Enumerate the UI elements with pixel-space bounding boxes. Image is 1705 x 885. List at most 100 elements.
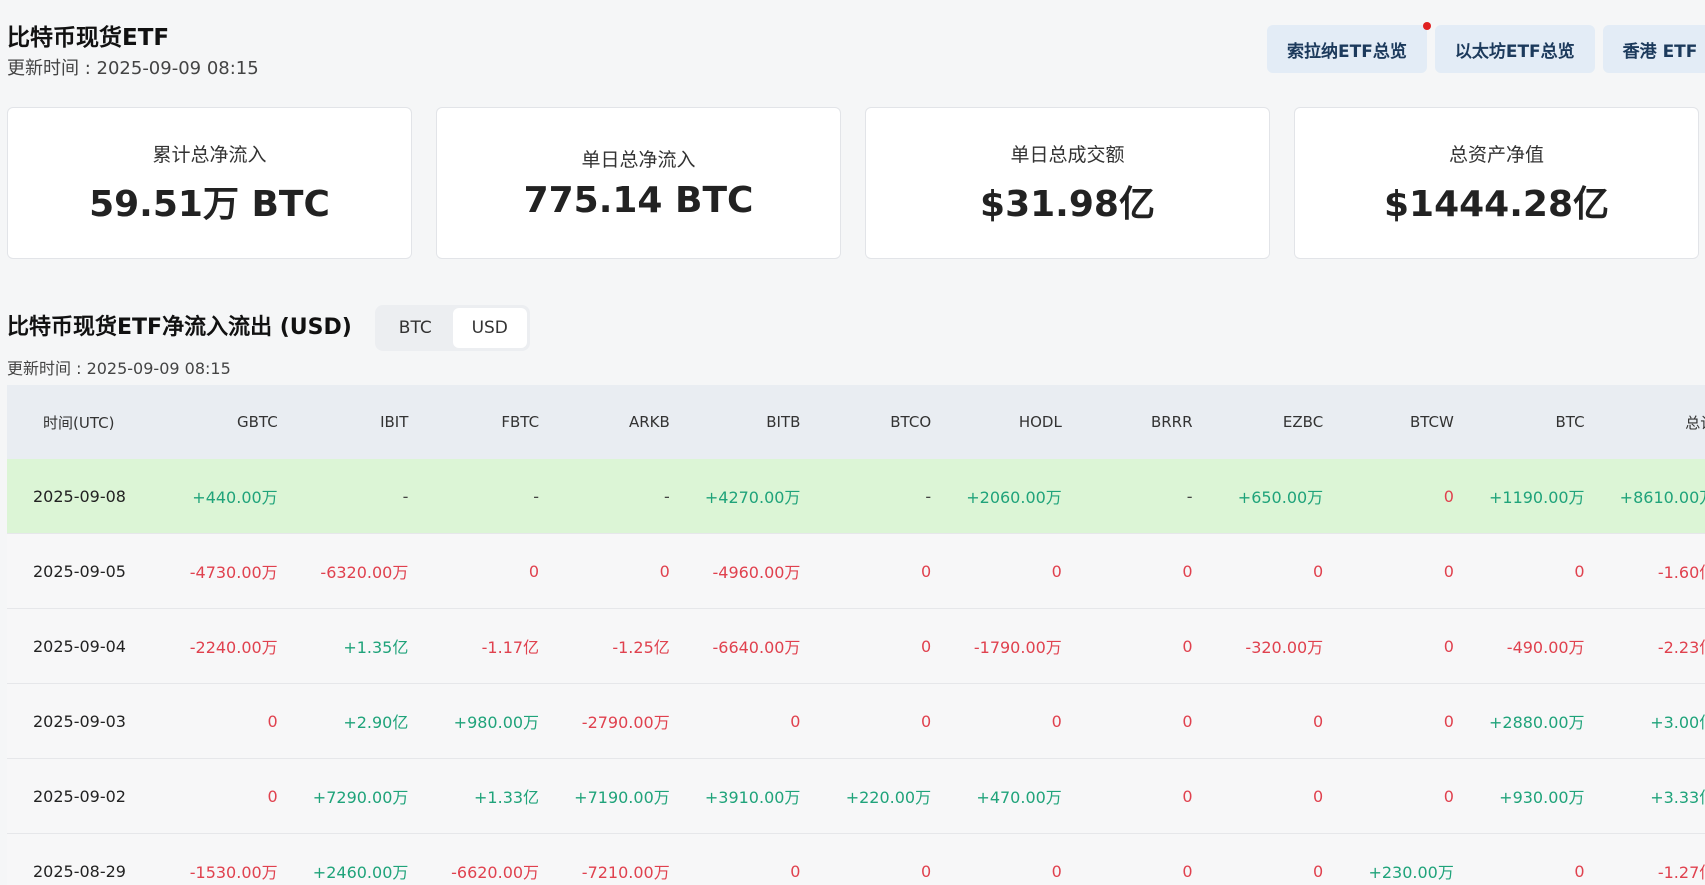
solana-etf-button[interactable]: 索拉纳ETF总览 [1267,22,1431,73]
flow-cell: 0 [1182,561,1193,581]
flow-cell: 0 [920,636,932,656]
flow-cell: -1.60亿 [1657,563,1705,582]
column-header: IBIT [380,413,409,431]
date-cell: 2025-09-03 [33,711,126,731]
flow-cell: 0 [1182,711,1193,731]
section-update-time: 更新时间 : 2025-09-09 08:15 [7,359,231,378]
flow-cell: -490.00万 [1506,638,1585,657]
date-cell: 2025-09-05 [33,561,126,581]
flow-cell: - [533,486,540,506]
flow-cell: 0 [920,861,932,881]
stat-value: $1444.28亿 [1383,183,1610,225]
flow-cell: 0 [1443,786,1454,806]
column-header: BTC [1555,413,1585,431]
toggle-usd[interactable]: USD [452,308,527,348]
stat-label: 总资产净值 [1448,143,1544,166]
flow-cell: 0 [659,561,670,581]
table-row: 2025-09-04 -2240.00万 +1.35亿 -1.17亿 -1.25亿 -66… [7,609,1705,684]
flow-cell: +2880.00万 [1488,713,1585,732]
flow-cell: -1.27亿 [1657,863,1705,882]
table-row: 2025-09-05 -4730.00万 -6320.00万 0 0 -4960.00万 0… [7,534,1705,609]
flow-cell: 0 [1313,786,1324,806]
etf-nav: 索拉纳ETF总览 以太坊ETF总览 香港 ETF [1267,22,1705,73]
column-header: BTCW [1409,413,1454,431]
flow-cell: 0 [1313,861,1324,881]
stat-value: 775.14 BTC [523,180,754,221]
flow-cell: 0 [1574,861,1585,881]
flow-cell: -6320.00万 [320,563,409,582]
column-header: 时间(UTC) [43,413,115,432]
flow-cell: 0 [920,561,932,581]
stat-card-cumulative: 累计总净流入 59.51万 BTC [7,107,412,259]
flow-cell: +980.00万 [453,713,540,732]
flow-cell: +2460.00万 [312,863,409,882]
ethereum-etf-label: 以太坊ETF总览 [1454,41,1575,62]
unit-toggle: BTC USD [375,305,530,351]
flow-cell: +3910.00万 [704,788,801,807]
stat-card-daily-volume: 单日总成交额 $31.98亿 [865,107,1270,259]
flow-cell: 0 [1443,711,1454,731]
stat-value: $31.98亿 [980,183,1155,225]
hongkong-etf-button[interactable]: 香港 ETF [1602,25,1705,73]
stat-label: 单日总成交额 [1010,143,1125,166]
flow-cell: 0 [267,711,278,731]
stat-cards: 累计总净流入 59.51万 BTC 单日总净流入 775.14 BTC 单日总成… [7,107,1705,259]
stat-card-daily-inflow: 单日总净流入 775.14 BTC [436,107,841,259]
table-row: 2025-08-29 -1530.00万 +2460.00万 -6620.00万 -72… [7,834,1705,885]
ethereum-etf-button[interactable]: 以太坊ETF总览 [1434,25,1595,73]
flow-cell: +650.00万 [1237,488,1324,507]
flow-cell: +7290.00万 [312,788,409,807]
column-header: BITB [766,413,801,431]
flow-cell: +2060.00万 [966,488,1062,507]
flow-cell: 0 [790,711,801,731]
flow-cell: -2240.00万 [189,638,278,657]
flow-cell: 0 [1313,561,1324,581]
flow-cell: 0 [1182,786,1193,806]
flow-cell: +2.90亿 [343,713,409,732]
flow-cell: 0 [267,786,278,806]
flow-cell: - [402,486,409,506]
flow-cell: 0 [1051,711,1062,731]
stat-value: 59.51万 BTC [89,183,330,225]
update-time: 更新时间 : 2025-09-09 08:15 [7,58,259,79]
flow-cell: +3.00亿 [1650,713,1705,732]
flow-cell: 0 [1574,561,1585,581]
flow-cell: 0 [528,561,540,581]
flow-cell: +3.33亿 [1650,788,1705,807]
flow-cell: - [925,486,932,506]
column-header: BRRR [1150,413,1193,431]
stat-label: 累计总净流入 [152,143,267,166]
flow-cell: 0 [1182,636,1193,656]
page-title: 比特币现货ETF [7,25,170,51]
flow-cell: 0 [1443,486,1454,506]
stat-card-nav: 总资产净值 $1444.28亿 [1294,107,1699,259]
column-header: FBTC [501,413,540,431]
flow-cell: +220.00万 [845,788,932,807]
flow-cell: 0 [790,861,801,881]
date-cell: 2025-09-02 [33,786,126,806]
flow-section-title: 比特币现货ETF净流入流出 (USD) [7,315,352,340]
hongkong-etf-label: 香港 ETF [1622,41,1698,62]
flow-cell: -1530.00万 [189,863,278,882]
table-row: 2025-09-02 0 +7290.00万 +1.33亿 +7190.00万 +3910… [7,759,1705,834]
flow-cell: 0 [1051,861,1062,881]
column-header: ARKB [628,413,670,431]
table-header: 时间(UTC) GBTC IBIT FBTC ARKB BITB BTCO HODL BRRR E… [7,385,1705,459]
flow-cell: +1.33亿 [474,788,540,807]
table-row: 2025-09-08 +440.00万 - - - +4270.00万 - +2060.00万… [7,459,1705,534]
column-header: 总计 [1685,413,1705,432]
solana-etf-label: 索拉纳ETF总览 [1287,41,1407,62]
date-cell: 2025-08-29 [33,861,126,881]
flow-cell: +930.00万 [1499,788,1585,807]
column-header: HODL [1018,413,1062,431]
flow-cell: +440.00万 [192,488,278,507]
flow-cell: -4960.00万 [712,563,801,582]
flow-cell: +1.35亿 [343,638,409,657]
flow-cell: +470.00万 [976,788,1062,807]
flow-cell: +7190.00万 [574,788,670,807]
flow-cell: -1.25亿 [612,638,670,657]
toggle-btc[interactable]: BTC [378,308,453,348]
flow-cell: 0 [1051,561,1062,581]
flow-cell: +230.00万 [1368,863,1454,882]
flow-cell: -6640.00万 [712,638,801,657]
